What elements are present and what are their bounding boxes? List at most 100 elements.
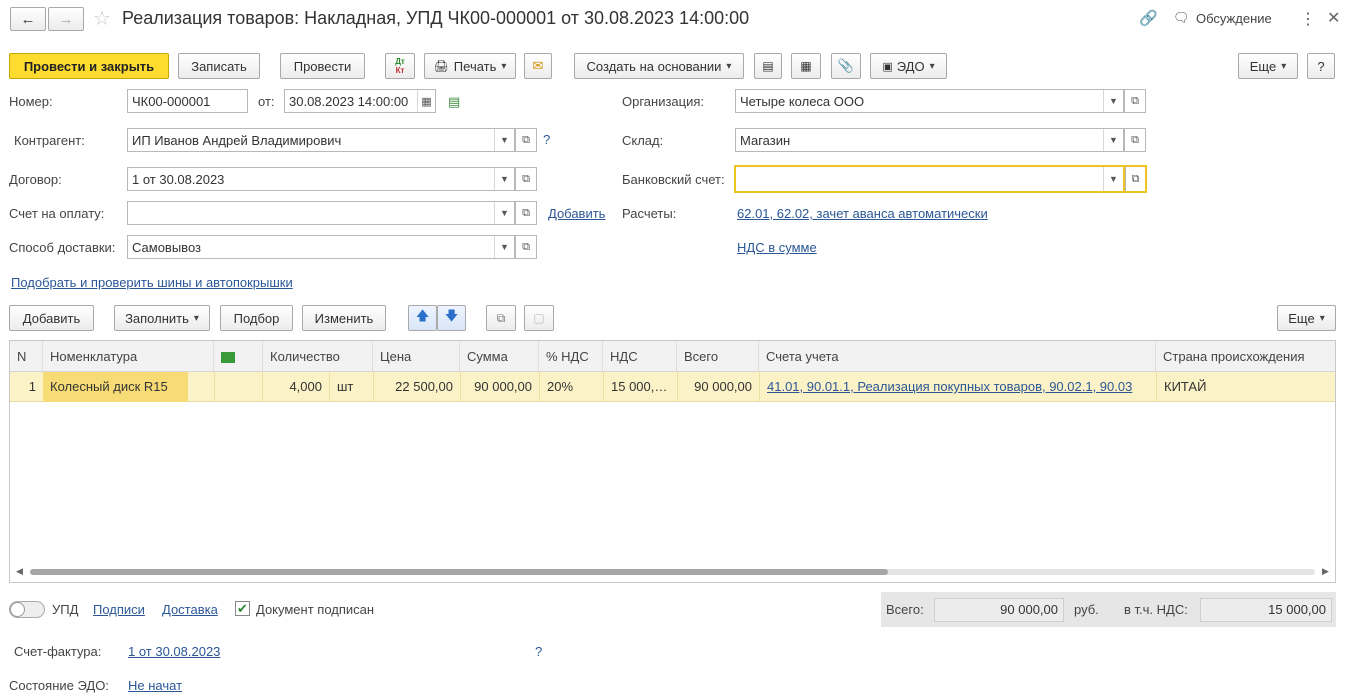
settlements-link[interactable]: 62.01, 62.02, зачет аванса автоматически <box>737 206 988 221</box>
move-up-button[interactable]: 🡅 <box>408 305 437 331</box>
signatures-link[interactable]: Подписи <box>93 602 145 617</box>
col-header-country[interactable]: Страна происхождения <box>1156 341 1335 372</box>
contractor-field[interactable]: ИП Иванов Андрей Владимирович ▼ <box>127 128 515 152</box>
contractor-help[interactable]: ? <box>543 132 550 147</box>
invoice-field[interactable]: ▼ <box>127 201 515 225</box>
chevron-down-icon[interactable]: ▼ <box>494 129 514 151</box>
contract-open-button[interactable]: ⧉ <box>515 167 537 191</box>
create-based-on-button[interactable]: Создать на основании <box>574 53 744 79</box>
dt-kt-button[interactable]: Дт Кт <box>385 53 415 79</box>
star-icon[interactable]: ☆ <box>93 6 111 31</box>
back-button[interactable]: ← <box>10 7 46 31</box>
invoice-doc-link[interactable]: 1 от 30.08.2023 <box>128 644 220 659</box>
contract-field[interactable]: 1 от 30.08.2023 ▼ <box>127 167 515 191</box>
cell-sum[interactable]: 90 000,00 <box>460 372 539 402</box>
attach-button[interactable]: 📎 <box>831 53 861 79</box>
structure-button[interactable]: ▦ <box>791 53 821 79</box>
invoice-open-button[interactable]: ⧉ <box>515 201 537 225</box>
organization-open-button[interactable]: ⧉ <box>1124 89 1146 113</box>
bank-account-open-button[interactable]: ⧉ <box>1125 165 1147 193</box>
cell-accounts[interactable]: 41.01, 90.01.1, Реализация покупных това… <box>759 372 1156 402</box>
discussion-button[interactable]: Обсуждение <box>1196 11 1272 26</box>
move-down-button[interactable]: 🡇 <box>437 305 466 331</box>
chevron-down-icon[interactable]: ▼ <box>494 202 514 224</box>
accounts-link[interactable]: 41.01, 90.01.1, Реализация покупных това… <box>767 379 1132 394</box>
upd-toggle[interactable] <box>9 601 45 618</box>
scroll-right-icon[interactable]: ▶ <box>1322 566 1329 577</box>
col-header-total[interactable]: Всего <box>677 341 759 372</box>
more-label: Еще <box>1249 58 1277 74</box>
list-settings-icon[interactable]: ▤ <box>448 94 460 110</box>
edo-state-link[interactable]: Не начат <box>128 678 182 693</box>
warehouse-field[interactable]: Магазин ▼ <box>735 128 1124 152</box>
col-header-excise[interactable] <box>214 341 263 372</box>
col-header-accounts[interactable]: Счета учета <box>759 341 1156 372</box>
warehouse-open-button[interactable]: ⧉ <box>1124 128 1146 152</box>
settlements-label: Расчеты: <box>622 206 677 221</box>
col-header-qty[interactable]: Количество <box>263 341 373 372</box>
cell-item[interactable]: Колесный диск R15 <box>43 372 188 402</box>
table-row[interactable]: 1 Колесный диск R15 4,000 шт 22 500,00 9… <box>10 372 1335 402</box>
signed-checkbox[interactable]: ✔ <box>235 601 250 616</box>
edo-button[interactable]: ▣ ЭДО <box>870 53 947 79</box>
report-button[interactable]: ▤ <box>754 53 782 79</box>
col-header-sum[interactable]: Сумма <box>460 341 539 372</box>
chevron-down-icon[interactable]: ▼ <box>494 236 514 258</box>
cell-vat[interactable]: 15 000,… <box>603 372 677 402</box>
cell-price[interactable]: 22 500,00 <box>373 372 460 402</box>
vat-link[interactable]: НДС в сумме <box>737 240 817 255</box>
date-field[interactable]: 30.08.2023 14:00:00 ▦ <box>284 89 436 113</box>
col-header-item[interactable]: Номенклатура <box>43 341 214 372</box>
close-icon[interactable]: ✕ <box>1327 8 1340 28</box>
cell-unit[interactable]: шт <box>329 372 373 402</box>
col-header-vat-pct[interactable]: % НДС <box>539 341 603 372</box>
table-more-button[interactable]: Еще <box>1277 305 1336 331</box>
post-button[interactable]: Провести <box>280 53 365 79</box>
invoice-help[interactable]: ? <box>535 644 542 659</box>
delivery-open-button[interactable]: ⧉ <box>515 235 537 259</box>
chevron-down-icon[interactable]: ▼ <box>1103 167 1123 191</box>
print-button[interactable]: 🖨 Печать <box>424 53 516 79</box>
add-invoice-link[interactable]: Добавить <box>548 206 605 221</box>
pick-button[interactable]: Подбор <box>220 305 293 331</box>
col-header-n[interactable]: N <box>10 341 43 372</box>
horizontal-scrollbar[interactable] <box>30 569 1315 575</box>
chevron-down-icon[interactable]: ▼ <box>494 168 514 190</box>
save-button[interactable]: Записать <box>178 53 260 79</box>
table-add-button[interactable]: Добавить <box>9 305 94 331</box>
calendar-icon[interactable]: ▦ <box>417 90 435 112</box>
paste-button[interactable]: ▢ <box>524 305 554 331</box>
number-field[interactable]: ЧК00-000001 <box>127 89 248 113</box>
scroll-left-icon[interactable]: ◀ <box>16 566 23 577</box>
col-header-price[interactable]: Цена <box>373 341 460 372</box>
chevron-down-icon[interactable]: ▼ <box>1103 129 1123 151</box>
post-and-close-button[interactable]: Провести и закрыть <box>9 53 169 79</box>
delivery-link[interactable]: Доставка <box>162 602 218 617</box>
email-button[interactable]: ✉ <box>524 53 552 79</box>
link-icon[interactable]: 🔗 <box>1139 9 1158 27</box>
scrollbar-thumb[interactable] <box>30 569 888 575</box>
organization-field[interactable]: Четыре колеса ООО ▼ <box>735 89 1124 113</box>
table-header: N Номенклатура Количество Цена Сумма % Н… <box>10 341 1335 372</box>
contractor-open-button[interactable]: ⧉ <box>515 128 537 152</box>
kebab-menu-icon[interactable]: ⋮ <box>1300 9 1316 29</box>
change-button[interactable]: Изменить <box>302 305 386 331</box>
tires-link[interactable]: Подобрать и проверить шины и автопокрышк… <box>11 275 293 290</box>
bank-account-field[interactable]: ▼ <box>734 165 1125 193</box>
copy-icon: ⧉ <box>496 310 506 325</box>
cell-qty[interactable]: 4,000 <box>263 372 329 402</box>
forward-button[interactable]: → <box>48 7 84 31</box>
discussion-icon[interactable]: 🗨 <box>1173 10 1190 26</box>
more-button[interactable]: Еще <box>1238 53 1298 79</box>
help-button[interactable]: ? <box>1307 53 1335 79</box>
delivery-method-field[interactable]: Самовывоз ▼ <box>127 235 515 259</box>
copy-button[interactable]: ⧉ <box>486 305 516 331</box>
fill-button[interactable]: Заполнить <box>114 305 210 331</box>
arrow-right-icon: → <box>58 10 74 28</box>
goods-table[interactable]: N Номенклатура Количество Цена Сумма % Н… <box>9 340 1336 583</box>
cell-total[interactable]: 90 000,00 <box>677 372 759 402</box>
cell-country[interactable]: КИТАЙ <box>1156 372 1335 402</box>
col-header-vat[interactable]: НДС <box>603 341 677 372</box>
chevron-down-icon[interactable]: ▼ <box>1103 90 1123 112</box>
cell-vat-pct[interactable]: 20% <box>539 372 603 402</box>
